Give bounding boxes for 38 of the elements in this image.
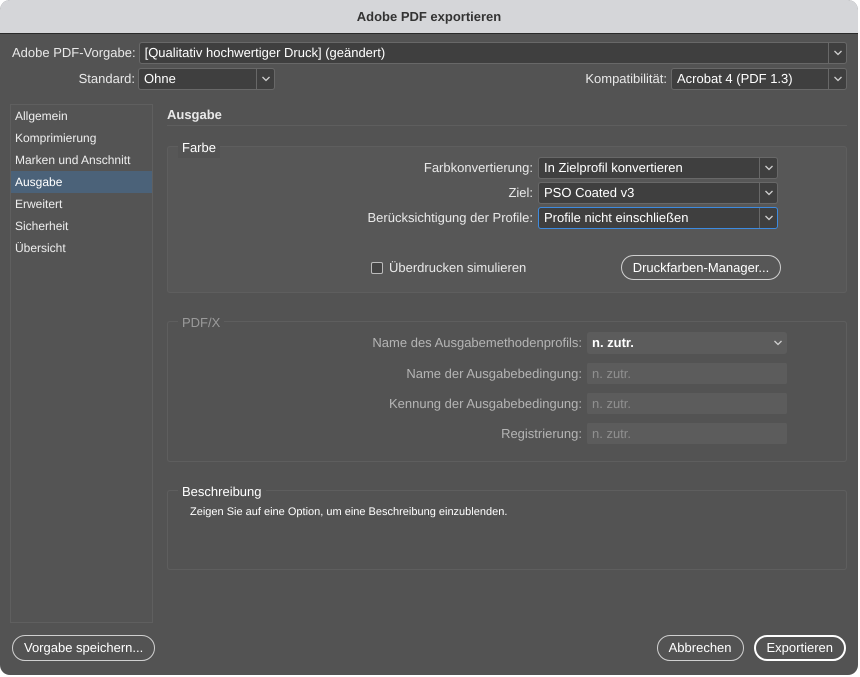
field-label: Berücksichtigung der Profile: bbox=[366, 209, 534, 228]
dropdown[interactable]: [Qualitativ hochwertiger Druck] (geändert) bbox=[138, 42, 847, 64]
chevron-down-icon bbox=[764, 190, 774, 196]
sidebar-item[interactable]: Marken und Anschnitt bbox=[11, 149, 152, 171]
field-label: Kompatibilität: bbox=[584, 70, 668, 88]
dropdown[interactable]: Acrobat 4 (PDF 1.3) bbox=[671, 68, 847, 90]
field-label: Adobe PDF-Vorgabe: bbox=[12, 44, 136, 62]
chevron-down-icon bbox=[260, 76, 270, 82]
field-label: Standard: bbox=[78, 70, 136, 88]
sidebar-item[interactable]: Ausgabe bbox=[11, 171, 152, 193]
sidebar-item[interactable]: Übersicht bbox=[11, 237, 152, 259]
dropdown[interactable]: Ohne bbox=[138, 68, 275, 90]
chevron-down-icon bbox=[764, 165, 774, 171]
dropdown[interactable]: PSO Coated v3 bbox=[538, 182, 778, 204]
chevron-down-icon bbox=[832, 50, 842, 56]
sidebar-item[interactable]: Komprimierung bbox=[11, 127, 152, 149]
field-label: Farbkonvertierung: bbox=[422, 159, 534, 178]
dialog-button[interactable]: Vorgabe speichern... bbox=[12, 635, 156, 661]
dialog-button[interactable]: Exportieren bbox=[754, 635, 846, 661]
field-label: Ziel: bbox=[507, 184, 534, 202]
field-label: Registrierung: bbox=[500, 424, 583, 443]
field-label: Name der Ausgabebedingung: bbox=[405, 364, 583, 383]
window-title: Adobe PDF exportieren bbox=[356, 8, 502, 26]
chevron-down-icon bbox=[773, 340, 783, 346]
dialog-button[interactable]: Abbrechen bbox=[656, 635, 744, 661]
sidebar-item[interactable]: Allgemein bbox=[11, 105, 152, 127]
sidebar-item[interactable]: Erweitert bbox=[11, 193, 152, 215]
section-title: Ausgabe bbox=[167, 106, 222, 124]
description-text: Zeigen Sie auf eine Option, um eine Beschreibung einzublenden. bbox=[190, 505, 508, 520]
field-label: Kennung der Ausgabebedingung: bbox=[388, 394, 583, 413]
chevron-down-icon bbox=[764, 215, 774, 221]
dropdown[interactable]: In Zielprofil konvertieren bbox=[538, 157, 778, 179]
field-label: Name des Ausgabemethodenprofils: bbox=[371, 334, 583, 352]
checkbox[interactable]: Überdrucken simulieren bbox=[371, 258, 621, 278]
chevron-down-icon bbox=[832, 76, 842, 82]
manager-button[interactable]: Druckfarben-Manager... bbox=[621, 255, 781, 280]
dropdown[interactable]: Profile nicht einschließen bbox=[538, 207, 778, 229]
sidebar-item[interactable]: Sicherheit bbox=[11, 215, 152, 237]
